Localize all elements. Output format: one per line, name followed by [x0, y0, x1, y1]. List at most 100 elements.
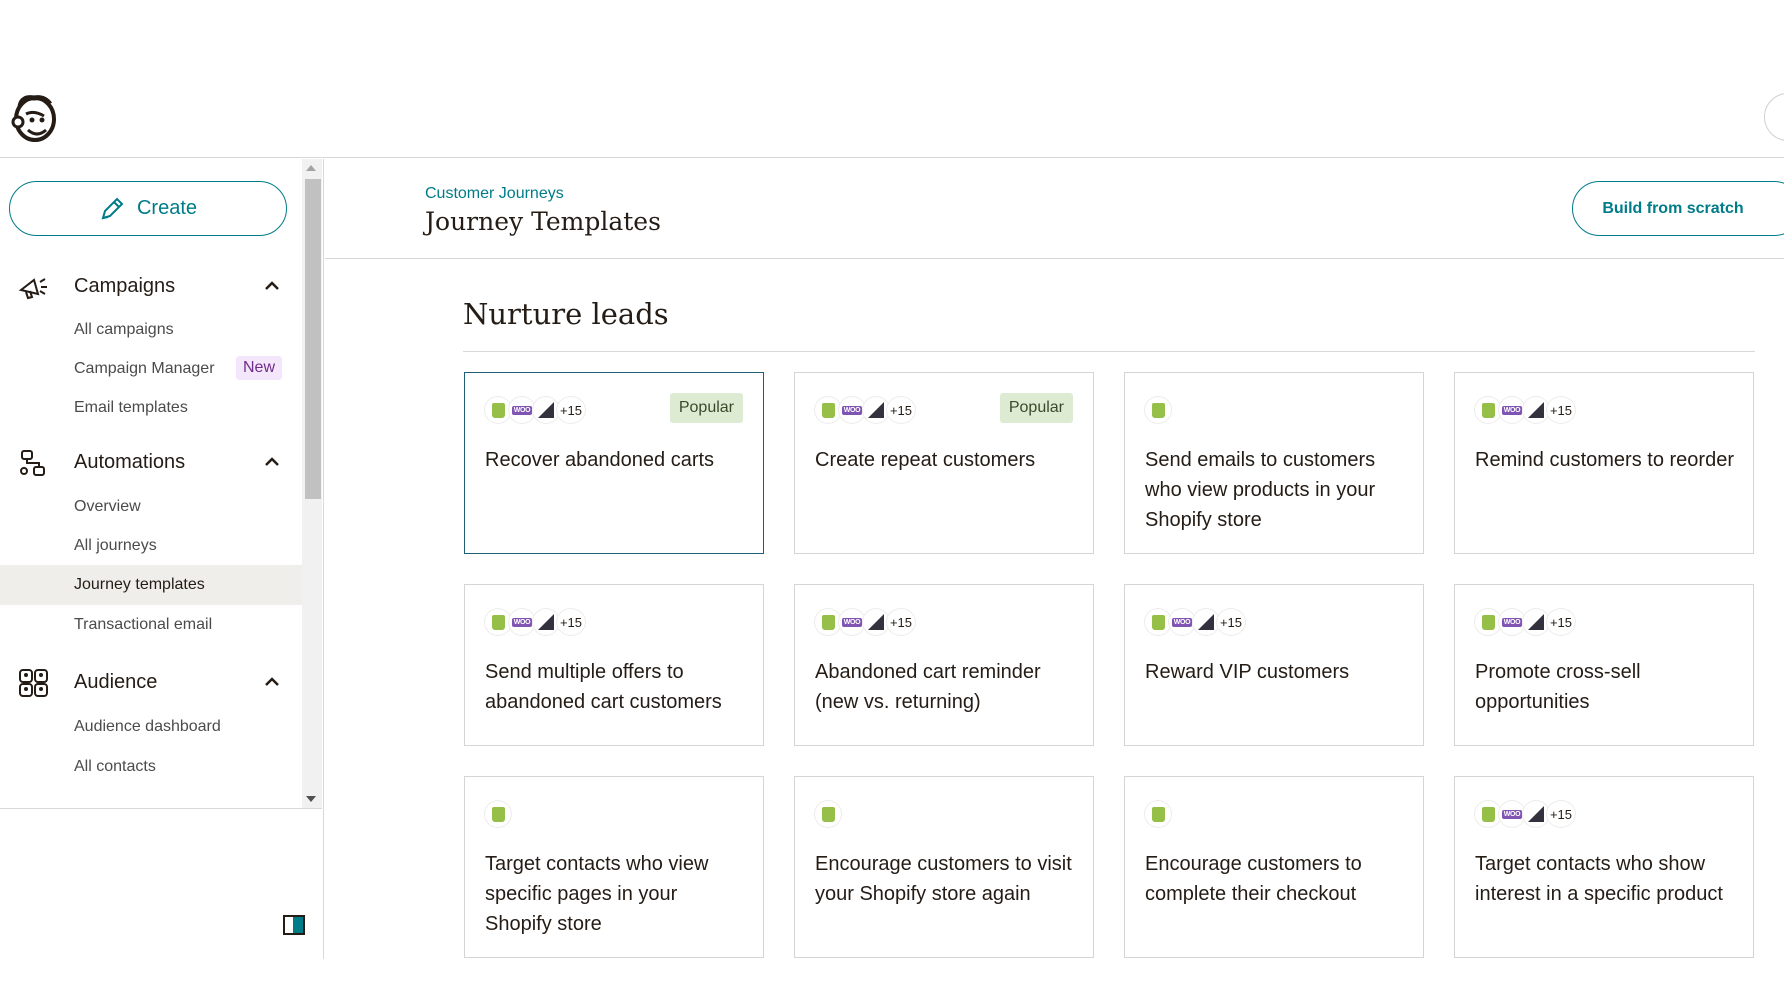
- journey-template-card[interactable]: +15 Abandoned cart reminder (new vs. retu…: [794, 584, 1094, 746]
- bigcommerce-icon: [863, 397, 889, 423]
- shopify-icon: [1475, 397, 1501, 423]
- sidebar-item-all-journeys[interactable]: All journeys: [0, 526, 302, 566]
- sidebar-item-label: Campaign Manager: [74, 360, 215, 377]
- more-integrations-count: +15: [557, 397, 585, 423]
- nav-section-label: Audience: [74, 670, 158, 693]
- more-integrations-count: +15: [1547, 609, 1575, 635]
- sidebar-item-label: Audience dashboard: [74, 718, 221, 735]
- sidebar-item-all-campaigns[interactable]: All campaigns: [0, 310, 302, 350]
- card-title: Reward VIP customers: [1145, 661, 1350, 683]
- journey-template-card[interactable]: Send emails to customers who view produc…: [1124, 372, 1424, 554]
- card-title: Encourage customers to complete their ch…: [1145, 853, 1362, 905]
- shopify-icon: [485, 801, 511, 827]
- sidebar: Create Campaigns All campaigns Campaign …: [0, 159, 324, 959]
- page-header: Customer Journeys Journey Templates Buil…: [325, 159, 1784, 259]
- integration-icons: +15: [1475, 801, 1575, 827]
- sidebar-item-label: All contacts: [74, 758, 156, 775]
- automation-flow-icon: [20, 450, 45, 476]
- sidebar-item-email-templates[interactable]: Email templates: [0, 388, 302, 428]
- shopify-icon: [485, 397, 511, 423]
- journey-template-card[interactable]: Encourage customers to complete their ch…: [1124, 776, 1424, 958]
- sidebar-item-transactional-email[interactable]: Transactional email: [0, 605, 302, 645]
- journey-template-card[interactable]: Target contacts who view specific pages …: [464, 776, 764, 958]
- mailchimp-logo-icon[interactable]: [10, 92, 60, 144]
- sidebar-nav: Create Campaigns All campaigns Campaign …: [0, 159, 322, 809]
- account-avatar[interactable]: [1764, 93, 1784, 141]
- nav-section-automations[interactable]: Automations: [0, 440, 302, 484]
- build-from-scratch-button[interactable]: Build from scratch: [1572, 181, 1784, 236]
- card-title: Encourage customers to visit your Shopif…: [815, 853, 1072, 905]
- more-integrations-count: +15: [887, 397, 915, 423]
- integration-icons: +15: [485, 397, 585, 423]
- journey-template-card[interactable]: +15 Promote cross-sell opportunities: [1454, 584, 1754, 746]
- sidebar-item-audience-dashboard[interactable]: Audience dashboard: [0, 707, 302, 747]
- shopify-icon: [1145, 397, 1171, 423]
- sidebar-item-campaign-manager[interactable]: Campaign Manager New: [0, 349, 302, 389]
- journey-template-card[interactable]: +15 Popular Create repeat customers: [794, 372, 1094, 554]
- shopify-icon: [815, 397, 841, 423]
- sidebar-item-journey-templates[interactable]: Journey templates: [0, 565, 302, 605]
- popular-badge: Popular: [669, 393, 743, 423]
- journey-template-card[interactable]: +15 Reward VIP customers: [1124, 584, 1424, 746]
- woocommerce-icon: [1499, 397, 1525, 423]
- journey-template-card[interactable]: +15 Popular Recover abandoned carts: [464, 372, 764, 554]
- woocommerce-icon: [1169, 609, 1195, 635]
- woocommerce-icon: [1499, 609, 1525, 635]
- integration-icons: +15: [485, 609, 585, 635]
- nav-section-label: Campaigns: [74, 274, 176, 297]
- shopify-icon: [1475, 609, 1501, 635]
- bigcommerce-icon: [533, 609, 559, 635]
- nav-section-audience[interactable]: Audience: [0, 660, 302, 704]
- card-title: Target contacts who show interest in a s…: [1475, 853, 1723, 905]
- integration-icons: [485, 801, 511, 827]
- journey-template-card[interactable]: +15 Remind customers to reorder: [1454, 372, 1754, 554]
- nav-section-label: Automations: [74, 450, 186, 473]
- nav-section-campaigns[interactable]: Campaigns: [0, 264, 302, 308]
- create-button-label: Create: [136, 197, 198, 219]
- woocommerce-icon: [839, 609, 865, 635]
- create-button[interactable]: Create: [9, 181, 287, 236]
- shopify-icon: [815, 609, 841, 635]
- shopify-icon: [1475, 801, 1501, 827]
- page-title: Journey Templates: [425, 207, 661, 236]
- pencil-icon: [101, 197, 124, 219]
- journey-template-card[interactable]: +15 Send multiple offers to abandoned car…: [464, 584, 764, 746]
- collapse-sidebar-icon[interactable]: [283, 915, 305, 935]
- shopify-icon: [1145, 609, 1171, 635]
- more-integrations-count: +15: [1547, 397, 1575, 423]
- more-integrations-count: +15: [887, 609, 915, 635]
- sidebar-item-label: Transactional email: [74, 616, 213, 633]
- more-integrations-count: +15: [1217, 609, 1245, 635]
- scroll-down-arrow-icon[interactable]: [306, 796, 316, 802]
- audience-icon: [19, 669, 48, 697]
- scrollbar-thumb[interactable]: [305, 179, 321, 499]
- sidebar-item-label: All campaigns: [74, 321, 174, 338]
- woocommerce-icon: [509, 609, 535, 635]
- woocommerce-icon: [509, 397, 535, 423]
- breadcrumb[interactable]: Customer Journeys: [425, 185, 564, 203]
- shopify-icon: [1145, 801, 1171, 827]
- integration-icons: +15: [1475, 397, 1575, 423]
- integration-icons: +15: [1475, 609, 1575, 635]
- bigcommerce-icon: [1193, 609, 1219, 635]
- chevron-up-icon[interactable]: [262, 672, 282, 692]
- integration-icons: +15: [1145, 609, 1245, 635]
- new-badge: New: [236, 356, 283, 380]
- card-title: Promote cross-sell opportunities: [1475, 661, 1641, 713]
- popular-badge: Popular: [999, 393, 1073, 423]
- journey-template-card[interactable]: +15 Target contacts who show interest in …: [1454, 776, 1754, 958]
- woocommerce-icon: [1499, 801, 1525, 827]
- sidebar-item-overview[interactable]: Overview: [0, 487, 302, 527]
- shopify-icon: [815, 801, 841, 827]
- sidebar-item-label: Overview: [74, 498, 141, 515]
- chevron-up-icon[interactable]: [262, 276, 282, 296]
- journey-template-card[interactable]: Encourage customers to visit your Shopif…: [794, 776, 1094, 958]
- scroll-up-arrow-icon[interactable]: [306, 165, 316, 171]
- chevron-up-icon[interactable]: [262, 452, 282, 472]
- card-title: Target contacts who view specific pages …: [485, 853, 709, 935]
- bigcommerce-icon: [1523, 801, 1549, 827]
- sidebar-item-label: All journeys: [74, 537, 157, 554]
- sidebar-item-all-contacts[interactable]: All contacts: [0, 747, 302, 787]
- card-title: Remind customers to reorder: [1475, 449, 1734, 471]
- card-title: Send multiple offers to abandoned cart c…: [485, 661, 722, 713]
